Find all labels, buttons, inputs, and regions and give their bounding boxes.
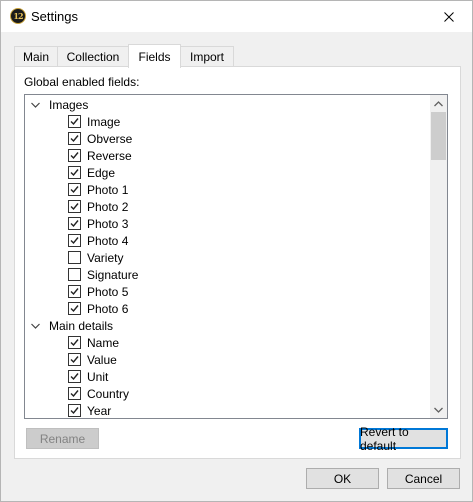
scroll-thumb[interactable] [431, 112, 446, 160]
field-label: Value [87, 352, 117, 367]
check-icon [70, 339, 79, 347]
fields-tree[interactable]: Images Image Obverse Reverse Edge Photo 1 Phot… [24, 94, 448, 419]
chevron-down-icon[interactable] [30, 96, 40, 113]
field-checkbox[interactable] [68, 285, 81, 298]
field-label: Signature [87, 267, 139, 282]
field-label: Name [87, 335, 120, 350]
field-label: Obverse [87, 131, 133, 146]
field-label: Image [87, 114, 121, 129]
tree-field-row[interactable]: Variety [25, 249, 431, 266]
field-checkbox[interactable] [68, 251, 81, 264]
tree-field-row[interactable]: Edge [25, 164, 431, 181]
scroll-up-button[interactable] [430, 95, 447, 112]
field-label: Photo 1 [87, 182, 129, 197]
scroll-down-button[interactable] [430, 401, 447, 418]
check-icon [70, 152, 79, 160]
field-checkbox[interactable] [68, 200, 81, 213]
chevron-down-icon[interactable] [30, 317, 40, 334]
field-checkbox[interactable] [68, 234, 81, 247]
tab-bar: Main Collection Fields Import [14, 44, 464, 68]
field-checkbox[interactable] [68, 370, 81, 383]
tab-import[interactable]: Import [180, 46, 234, 67]
tree-field-row[interactable]: Country [25, 385, 431, 402]
field-checkbox[interactable] [68, 115, 81, 128]
tree-field-row[interactable]: Photo 6 [25, 300, 431, 317]
tree-field-row[interactable]: Name [25, 334, 431, 351]
close-button[interactable] [426, 1, 472, 32]
field-label: Country [87, 386, 130, 401]
check-icon [70, 390, 79, 398]
settings-window: 12 Settings Main Collection Fields Impor… [0, 0, 473, 502]
cancel-button[interactable]: Cancel [387, 468, 460, 489]
field-label: Photo 6 [87, 301, 129, 316]
field-checkbox[interactable] [68, 387, 81, 400]
tree-group-row[interactable]: Main details [25, 317, 431, 334]
field-checkbox[interactable] [68, 353, 81, 366]
field-label: Unit [87, 369, 109, 384]
check-icon [70, 118, 79, 126]
tree-field-row[interactable]: Reverse [25, 147, 431, 164]
ok-button[interactable]: OK [306, 468, 379, 489]
field-checkbox[interactable] [68, 217, 81, 230]
tree-group-label: Main details [49, 318, 114, 333]
field-label: Edge [87, 165, 116, 180]
check-icon [70, 288, 79, 296]
fields-tab-panel: Global enabled fields: Images Image Obvers… [14, 66, 461, 459]
app-logo-icon: 12 [10, 8, 26, 24]
field-label: Variety [87, 250, 124, 265]
tree-field-row[interactable]: Photo 2 [25, 198, 431, 215]
rename-button[interactable]: Rename [26, 428, 99, 449]
tree-group-row[interactable]: Images [25, 96, 431, 113]
field-label: Photo 3 [87, 216, 129, 231]
check-icon [70, 135, 79, 143]
tree-field-row[interactable]: Signature [25, 266, 431, 283]
field-checkbox[interactable] [68, 132, 81, 145]
field-checkbox[interactable] [68, 404, 81, 417]
field-label: Photo 5 [87, 284, 129, 299]
arrow-down-icon [434, 407, 443, 413]
tree-field-row[interactable]: Unit [25, 368, 431, 385]
tree-group-label: Images [49, 97, 89, 112]
window-title: Settings [31, 9, 78, 24]
field-checkbox[interactable] [68, 149, 81, 162]
check-icon [70, 237, 79, 245]
tree-field-row[interactable]: Photo 4 [25, 232, 431, 249]
check-icon [70, 186, 79, 194]
tree-field-row[interactable]: Value [25, 351, 431, 368]
tree-field-row[interactable]: Year [25, 402, 431, 418]
field-checkbox[interactable] [68, 302, 81, 315]
tab-collection[interactable]: Collection [57, 46, 129, 67]
close-icon [444, 11, 454, 22]
revert-to-default-button[interactable]: Revert to default [359, 425, 448, 453]
tree-field-row[interactable]: Obverse [25, 130, 431, 147]
tree-field-row[interactable]: Photo 3 [25, 215, 431, 232]
tree-field-row[interactable]: Image [25, 113, 431, 130]
tab-fields[interactable]: Fields [128, 44, 181, 68]
tree-field-row[interactable]: Photo 5 [25, 283, 431, 300]
app-logo-text: 12 [13, 11, 23, 21]
field-label: Reverse [87, 148, 132, 163]
check-icon [70, 373, 79, 381]
field-checkbox[interactable] [68, 183, 81, 196]
check-icon [70, 305, 79, 313]
global-enabled-fields-label: Global enabled fields: [24, 75, 140, 89]
tab-main[interactable]: Main [14, 46, 58, 67]
check-icon [70, 356, 79, 364]
arrow-up-icon [434, 100, 443, 106]
field-label: Photo 4 [87, 233, 129, 248]
field-label: Year [87, 403, 112, 418]
field-checkbox[interactable] [68, 336, 81, 349]
check-icon [70, 203, 79, 211]
check-icon [70, 407, 79, 415]
field-checkbox[interactable] [68, 166, 81, 179]
field-checkbox[interactable] [68, 268, 81, 281]
check-icon [70, 169, 79, 177]
vertical-scrollbar[interactable] [430, 95, 447, 418]
tree-field-row[interactable]: Photo 1 [25, 181, 431, 198]
title-bar: 12 Settings [1, 1, 472, 32]
field-label: Photo 2 [87, 199, 129, 214]
check-icon [70, 220, 79, 228]
